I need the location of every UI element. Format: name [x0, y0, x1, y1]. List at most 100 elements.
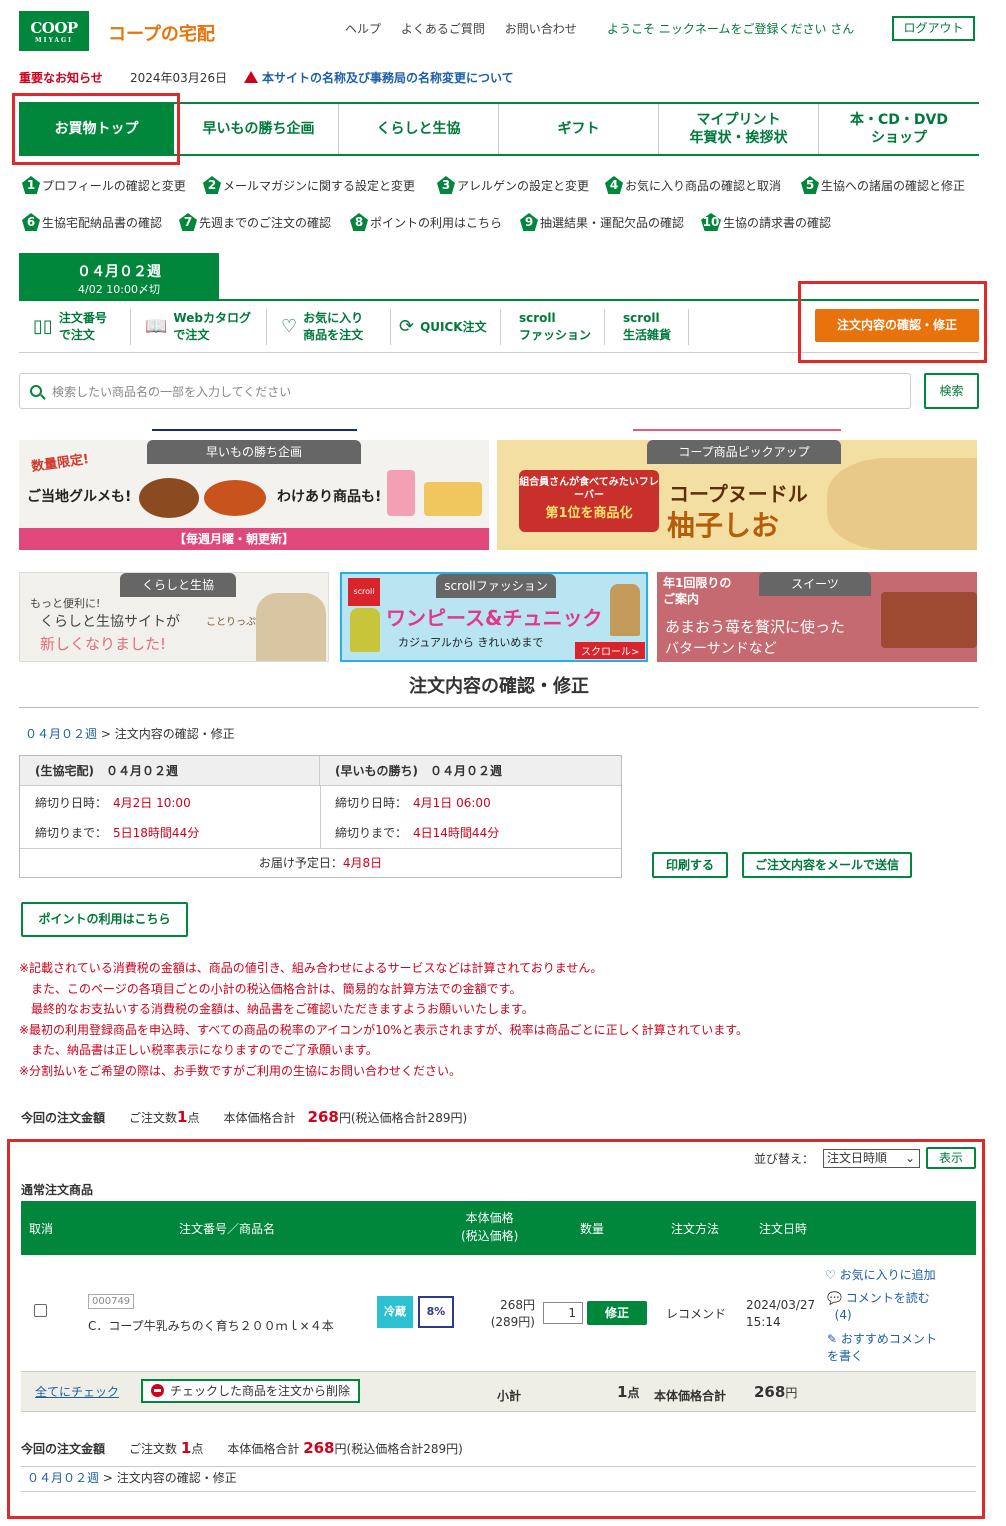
banner-life-coop[interactable]: くらしと生協 もっと便利に! くらしと生協サイトが 新しくなりました! ことりっ…: [19, 572, 329, 662]
profile-link-1[interactable]: 1 プロフィールの確認と変更: [22, 176, 186, 194]
profile-link-6[interactable]: 6 生協宅配納品書の確認: [22, 213, 162, 231]
check-all-link[interactable]: 全てにチェック: [35, 1383, 119, 1400]
divider: [21, 1491, 976, 1492]
order-total-top: 今回の注文金額 ご注文数1点 本体価格合計 268円(税込価格合計289円): [21, 1108, 468, 1126]
subtotal-price: 268円: [754, 1383, 798, 1401]
highlight-frame-nav: [12, 93, 180, 165]
sort-apply-button[interactable]: 表示: [926, 1147, 976, 1169]
coop-logo[interactable]: COOP MIYAGI: [19, 11, 89, 51]
quantity-input[interactable]: 1: [543, 1302, 583, 1324]
nav-life-coop[interactable]: くらしと生協: [339, 104, 499, 154]
profile-link-4[interactable]: 4 お気に入り商品の確認と取消: [605, 176, 781, 194]
contact-link[interactable]: お問い合わせ: [505, 22, 577, 36]
order-method: レコメンド: [666, 1307, 727, 1321]
subnav-favorites[interactable]: ♡ お気に入り 商品を注文: [267, 309, 391, 345]
subnav-quick-order[interactable]: ⟳ QUICK注文: [391, 309, 501, 345]
summary-deadline: 締切り日時： 4月1日 06:00: [335, 796, 491, 810]
welcome-text[interactable]: ようこそ ニックネームをご登録ください さん: [607, 20, 854, 37]
top-links: ヘルプ よくあるご質問 お問い合わせ: [345, 20, 593, 37]
subtotal-count: 1点: [617, 1383, 640, 1401]
noodle-image: [827, 458, 977, 550]
food-image: [139, 478, 199, 518]
breadcrumb-bottom: ０４月０２週 > 注文内容の確認・修正: [27, 1471, 237, 1485]
delete-checked-button[interactable]: チェックした商品を注文から削除: [141, 1379, 361, 1403]
banner-early-bird[interactable]: 早いもの勝ち企画 数量限定! ご当地グルメも! わけあり商品も! 【毎週月曜・朝…: [19, 440, 489, 550]
warning-icon: [244, 71, 258, 83]
site-brand[interactable]: コープの宅配: [108, 20, 215, 46]
summary-deadline: 締切り日時： 4月2日 10:00: [35, 796, 191, 810]
scroll-logo: scroll: [348, 578, 380, 606]
dress-image: [350, 608, 380, 652]
items-table-header: 取消 注文番号／商品名 本体価格 (税込価格) 数量 注文方法 注文日時: [21, 1201, 976, 1255]
profile-link-2[interactable]: 2 メールマガジンに関する設定と変更: [203, 176, 415, 194]
cancel-checkbox[interactable]: [34, 1304, 47, 1317]
nav-early-bird[interactable]: 早いもの勝ち企画: [179, 104, 339, 154]
juice-image: [387, 470, 415, 516]
banner-sweets[interactable]: スイーツ 年1回限りの ご案内 あまおう苺を贅沢に使った バターサンドなど: [657, 572, 977, 662]
logout-button[interactable]: ログアウト: [892, 16, 975, 41]
ribbon-badge: 組合員さんが食べてみたいフレーバー 第1位を商品化: [519, 470, 659, 532]
profile-link-10[interactable]: 10 生協の請求書の確認: [701, 213, 831, 231]
print-button[interactable]: 印刷する: [652, 852, 728, 878]
dress-image: [610, 584, 640, 636]
order-total-bottom: 今回の注文金額 ご注文数 1点 本体価格合計 268円(税込価格合計289円): [21, 1439, 463, 1457]
read-comments-link[interactable]: 💬 コメントを読む (4): [827, 1290, 930, 1324]
product-name: C．コープ牛乳みちのく育ち２００ｍｌ×４本: [88, 1319, 334, 1333]
notice-label: 重要なお知らせ: [19, 71, 103, 85]
profile-link-5[interactable]: 5 生協への諸届の確認と修正: [801, 176, 965, 194]
faq-link[interactable]: よくあるご質問: [401, 22, 485, 36]
chevron-down-icon: ⌄: [904, 1151, 915, 1165]
order-date: 2024/03/27 15:14: [746, 1298, 816, 1329]
search-button[interactable]: 検索: [924, 373, 979, 409]
points-button[interactable]: ポイントの利用はこちら: [21, 902, 188, 937]
summary-header-early: (早いもの勝ち) ０４月０２週: [320, 756, 621, 786]
banner-coop-pickup[interactable]: コープ商品ピックアップ 組合員さんが食べてみたいフレーバー 第1位を商品化 コープ…: [497, 440, 977, 550]
fix-quantity-button[interactable]: 修正: [587, 1301, 647, 1325]
breadcrumb-week-link[interactable]: ０４月０２週: [27, 1471, 99, 1485]
help-link[interactable]: ヘルプ: [345, 22, 381, 36]
summary-header-coop: (生協宅配) ０４月０２週: [20, 756, 320, 786]
subnav-scroll-goods[interactable]: scroll 生活雑貨: [605, 309, 689, 345]
nav-gift[interactable]: ギフト: [499, 104, 659, 154]
profile-link-8[interactable]: 8 ポイントの利用はこちら: [350, 213, 502, 231]
sort-select[interactable]: 注文日時順 ⌄: [823, 1149, 920, 1168]
tax-notes: ※記載されている消費税の金額は、商品の値引き、組み合わせによるサービスなどは計算…: [19, 961, 749, 1078]
book-icon: ▯▯: [33, 316, 53, 338]
minus-icon: [151, 1384, 164, 1397]
breadcrumb-week-link[interactable]: ０４月０２週: [25, 727, 97, 741]
refresh-icon: ⟳: [399, 316, 415, 338]
subnav-order-number[interactable]: ▯▯ 注文番号 で注文: [19, 309, 131, 345]
add-favorite-link[interactable]: ♡ お気に入りに追加: [825, 1266, 936, 1283]
heart-icon: ♡: [281, 316, 298, 338]
search-input[interactable]: 検索したい商品名の一部を入力してください: [19, 373, 911, 409]
nav-books[interactable]: 本・CD・DVD ショップ: [819, 104, 979, 154]
week-tab[interactable]: ０４月０２週 4/02 10:00〆切: [19, 253, 219, 299]
profile-link-7[interactable]: 7 先週までのご注文の確認: [179, 213, 331, 231]
product-code: 000749: [88, 1294, 135, 1309]
summary-remaining: 締切りまで： 4日14時間44分: [335, 826, 500, 840]
order-summary-table: (生協宅配) ０４月０２週 (早いもの勝ち) ０４月０２週 締切り日時： 4月2…: [19, 755, 622, 878]
food-image: [204, 480, 266, 516]
subnav-scroll-fashion[interactable]: scroll ファッション: [501, 309, 605, 345]
banner-indicator: [152, 429, 357, 431]
notice-link[interactable]: 本サイトの名称及び事務局の名称変更について: [244, 69, 514, 86]
food-image: [424, 482, 482, 516]
subnav-web-catalog[interactable]: 📖 Webカタログ で注文: [131, 309, 267, 345]
tax-rate-tag: 8%: [418, 1296, 454, 1328]
summary-remaining: 締切りまで： 5日18時間44分: [35, 826, 200, 840]
catalog-icon: 📖: [145, 316, 168, 338]
page-title: 注文内容の確認・修正: [409, 676, 589, 697]
section-title: 通常注文商品: [21, 1183, 94, 1197]
person-image: [256, 593, 326, 661]
pencil-icon: ✎: [827, 1332, 838, 1346]
subtotal-bar: 全てにチェック チェックした商品を注文から削除 小計 1点 本体価格合計 268…: [21, 1372, 976, 1412]
profile-link-9[interactable]: 9 抽選結果・運配欠品の確認: [520, 213, 684, 231]
search-icon: [30, 385, 42, 397]
banner-scroll-fashion[interactable]: scrollファッション scroll ワンピース&チュニック カジュアルから …: [340, 572, 648, 662]
notice-date: 2024年03月26日: [130, 71, 228, 85]
profile-link-3[interactable]: 3 アレルゲンの設定と変更: [437, 176, 589, 194]
mail-button[interactable]: ご注文内容をメールで送信: [742, 852, 912, 878]
nav-myprint[interactable]: マイプリント 年賀状・挨拶状: [659, 104, 819, 154]
cold-tag: 冷蔵: [377, 1296, 413, 1328]
write-comment-link[interactable]: ✎ おすすめコメント を書く: [827, 1331, 937, 1365]
